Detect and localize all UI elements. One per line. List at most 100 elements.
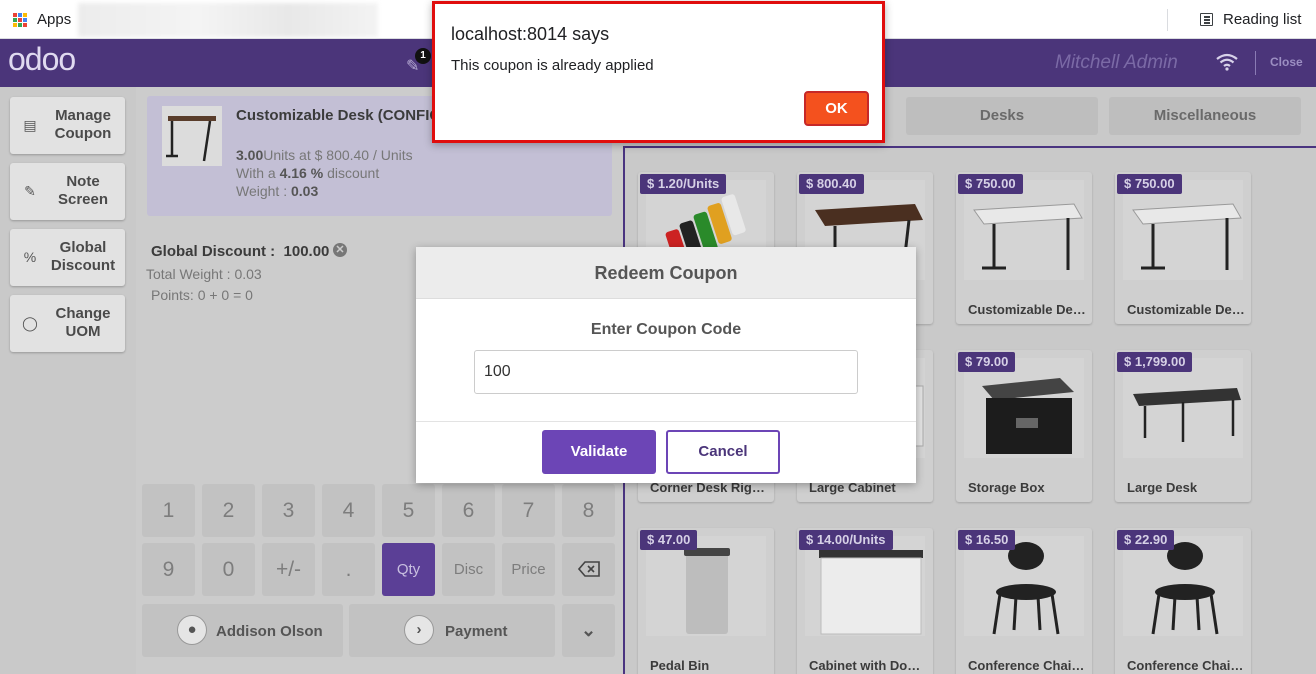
redeem-coupon-popup: Redeem Coupon Enter Coupon Code 100 Vali… [416,247,916,483]
mode-qty-button[interactable]: Qty [382,543,435,596]
product-price: $ 16.50 [958,530,1016,550]
discount-prefix: With a [236,165,276,181]
product-image [964,180,1084,280]
alert-message: This coupon is already applied [451,57,654,74]
product-image [964,536,1084,636]
alert-ok-button[interactable]: OK [804,91,869,126]
pos-screen: Apps Reading list odoo ✎ 1 Mitchell Admi… [0,0,1316,674]
customer-name: Addison Olson [216,623,323,640]
coupon-code-label: Enter Coupon Code [590,321,742,338]
product-name: Customizable Desk (CONFIG) [1127,302,1245,317]
numpad-key[interactable]: 9 [142,543,195,596]
mode-disc-button[interactable]: Disc [442,543,495,596]
note-screen-button[interactable]: ✎ Note Screen [10,163,125,220]
order-line-qty-info: 3.00Units at $ 800.40 / Units [236,147,413,163]
product-name: Large Desk [1127,480,1198,495]
numpad-key[interactable]: 6 [442,484,495,537]
product-image [805,536,925,636]
product-image [1123,358,1243,458]
product-card[interactable]: $ 22.90 Conference Chair (CONFIG) [1115,528,1251,674]
payment-button[interactable]: › Payment [349,604,555,657]
product-image [1123,536,1243,636]
popup-footer-divider [416,421,916,422]
percent-icon: % [23,249,37,265]
validate-button[interactable]: Validate [542,430,656,474]
chevron-right-icon: › [404,615,434,645]
close-button[interactable]: Close [1270,55,1303,69]
numpad-key[interactable]: 8 [562,484,615,537]
order-line-weight-info: Weight : 0.03 [236,183,318,199]
product-card[interactable]: $ 16.50 Conference Chair (CONFIG) [956,528,1092,674]
numpad-sign-key[interactable]: +/- [262,543,315,596]
product-price: $ 1,799.00 [1117,352,1193,372]
apps-grid-icon[interactable] [13,13,27,27]
note-screen-label: Note Screen [57,173,109,208]
payment-label: Payment [445,623,508,640]
discount-value: 4.16 % [279,165,324,181]
backspace-icon [577,561,600,577]
category-miscellaneous[interactable]: Miscellaneous [1109,97,1301,135]
remove-discount-icon[interactable]: ✕ [333,243,347,257]
coupon-code-input[interactable]: 100 [474,350,858,394]
product-card[interactable]: $ 1,799.00 Large Desk [1115,350,1251,502]
manage-coupon-button[interactable]: ▤ Manage Coupon [10,97,125,154]
order-line-qty-suffix: Units at $ 800.40 / Units [263,147,413,163]
numpad-key[interactable]: 0 [202,543,255,596]
numpad-key[interactable]: 4 [322,484,375,537]
global-discount-summary-label: Global Discount : [151,243,276,260]
reading-list-icon[interactable] [1200,13,1213,26]
global-discount-label: Global Discount [50,239,116,274]
wifi-icon [1216,53,1238,71]
reading-list-link[interactable]: Reading list [1223,11,1301,28]
numpad-key[interactable]: 2 [202,484,255,537]
note-icon: ✎ [24,183,36,199]
product-name: Customizable Desk (CONFIG) [968,302,1086,317]
product-name: Cabinet with Doors [809,658,927,673]
numpad-key[interactable]: 3 [262,484,315,537]
order-line-qty: 3.00 [236,147,264,163]
product-price: $ 750.00 [958,174,1023,194]
more-actions-button[interactable]: ⌄ [562,604,615,657]
loyalty-points: Points: 0 + 0 = 0 [151,287,253,303]
tag-icon: ◯ [22,315,38,331]
cancel-button[interactable]: Cancel [666,430,780,474]
numpad-key[interactable]: 5 [382,484,435,537]
change-uom-button[interactable]: ◯ Change UOM [10,295,125,352]
product-price: $ 800.40 [799,174,864,194]
weight-value: 0.03 [291,183,319,199]
product-name: Storage Box [968,480,1045,495]
numpad-key[interactable]: 1 [142,484,195,537]
product-name: Conference Chair (CONFIG) [968,658,1086,673]
global-discount-summary: Global Discount : 100.00 [151,243,329,260]
product-card[interactable]: $ 14.00/Units Cabinet with Doors [797,528,933,674]
numpad-decimal-key[interactable]: . [322,543,375,596]
apps-link[interactable]: Apps [37,11,71,28]
product-card[interactable]: $ 79.00 Storage Box [956,350,1092,502]
product-price: $ 79.00 [958,352,1016,372]
product-name: Pedal Bin [650,658,710,673]
discount-suffix: discount [327,165,380,181]
set-customer-button[interactable]: ● Addison Olson [142,604,343,657]
browser-alert-dialog: localhost:8014 says This coupon is alrea… [432,1,885,143]
odoo-logo: odoo [8,41,76,77]
product-card[interactable]: $ 47.00 Pedal Bin [638,528,774,674]
total-weight: Total Weight : 0.03 [146,266,262,282]
product-image [964,358,1084,458]
numpad-key[interactable]: 7 [502,484,555,537]
bookmark-divider [1167,9,1168,31]
cashier-name[interactable]: Mitchell Admin [1055,52,1178,74]
control-buttons-panel: ▤ Manage Coupon ✎ Note Screen % Global D… [0,87,136,674]
product-price: $ 14.00/Units [799,530,893,550]
product-price: $ 47.00 [640,530,698,550]
product-price: $ 750.00 [1117,174,1182,194]
category-desks[interactable]: Desks [906,97,1098,135]
product-price: $ 1.20/Units [640,174,727,194]
backspace-button[interactable] [562,543,615,596]
order-line-image [162,106,222,166]
alert-title: localhost:8014 says [451,24,610,44]
global-discount-button[interactable]: % Global Discount [10,229,125,286]
product-card[interactable]: $ 750.00 Customizable Desk (CONFIG) [1115,172,1251,324]
chevron-down-icon: ⌄ [580,620,597,640]
product-card[interactable]: $ 750.00 Customizable Desk (CONFIG) [956,172,1092,324]
mode-price-button[interactable]: Price [502,543,555,596]
